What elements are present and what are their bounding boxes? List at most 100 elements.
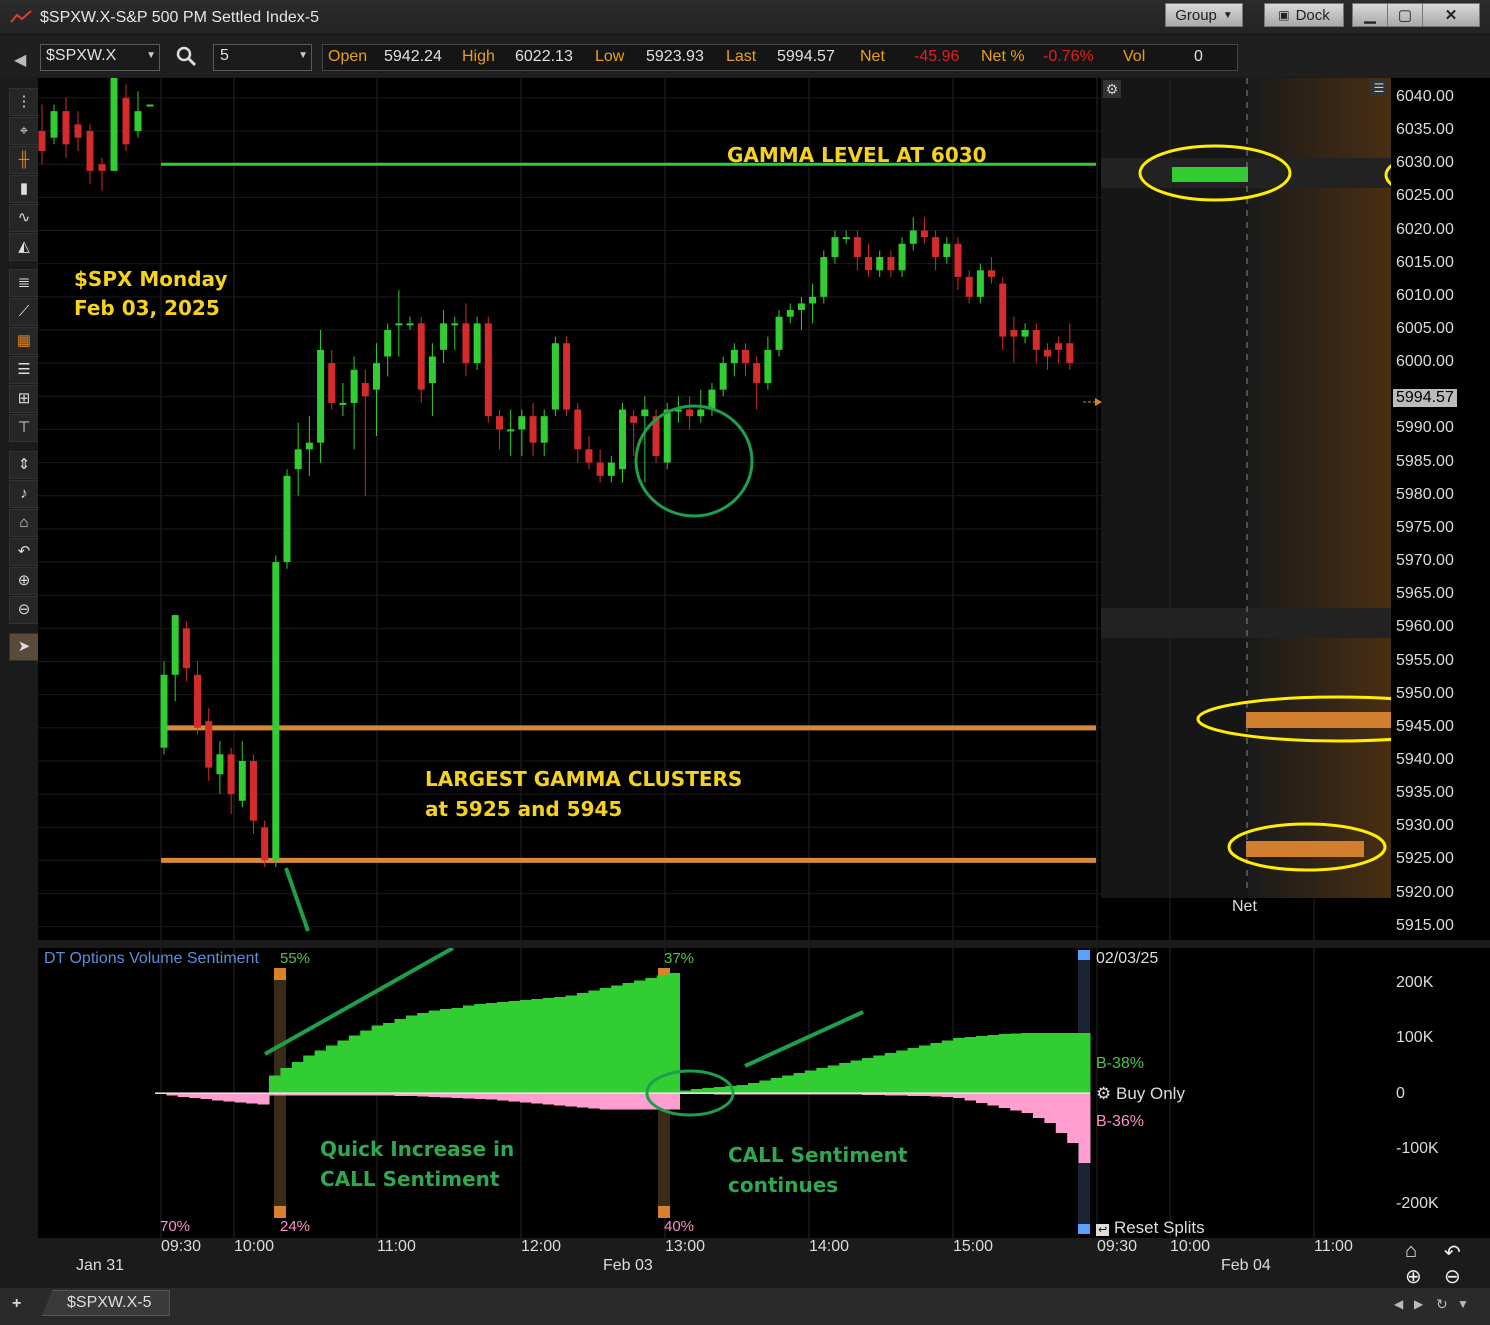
prev-icon[interactable]: ◀ xyxy=(1394,1297,1403,1311)
candle-body xyxy=(865,257,873,271)
buy-only-toggle[interactable]: ⚙ Buy Only xyxy=(1096,1084,1185,1104)
home-icon[interactable]: ⌂ xyxy=(1405,1240,1417,1263)
call-bar xyxy=(782,1075,795,1093)
zoom-out-icon[interactable]: ⊖ xyxy=(1444,1264,1461,1289)
call-bar xyxy=(622,983,635,1093)
time-tick: 11:00 xyxy=(377,1238,416,1255)
candle-body xyxy=(630,416,638,423)
candle-body xyxy=(146,104,154,107)
candle-body xyxy=(1043,349,1051,357)
candle-body xyxy=(171,615,179,675)
call-pct: B-38% xyxy=(1096,1055,1145,1072)
sent-tick: 0 xyxy=(1396,1085,1405,1102)
zoom-in-icon[interactable]: ⊕ xyxy=(1405,1264,1422,1289)
table-tool-icon[interactable]: ☰ xyxy=(9,356,39,384)
low-label: Low xyxy=(595,48,625,65)
split-handle[interactable] xyxy=(274,1206,286,1218)
last-price-marker xyxy=(1095,398,1102,406)
price-chart[interactable]: ⚙ ☰ Net GAMMA LEVEL AT 6030 $SPX Monday … xyxy=(38,78,1391,940)
price-tick: 5960.00 xyxy=(1396,618,1454,636)
call-bar xyxy=(873,1055,886,1093)
reset-splits-button[interactable]: ↩ Reset Splits xyxy=(1096,1218,1205,1238)
zoom-out-icon[interactable]: ⊖ xyxy=(9,596,39,624)
close-button[interactable]: ✕ xyxy=(1422,3,1480,27)
split-handle[interactable] xyxy=(274,968,286,980)
annotation-quick-line1: Quick Increase in xyxy=(320,1137,515,1161)
close-icon: ✕ xyxy=(1444,7,1458,24)
pct-24: 24% xyxy=(280,1218,311,1235)
time-tick: 15:00 xyxy=(953,1238,994,1255)
split-handle[interactable] xyxy=(1078,1224,1090,1234)
call-bar xyxy=(554,997,566,1093)
minimize-button[interactable]: ▁ xyxy=(1352,3,1388,27)
candle-body xyxy=(518,416,526,430)
dock-button[interactable]: ▣ Dock xyxy=(1264,3,1344,27)
gear-icon[interactable]: ⚙ xyxy=(1103,80,1121,98)
call-bar xyxy=(588,990,601,1093)
symbol-input[interactable]: $SPXW.X ▼ xyxy=(40,44,160,71)
maximize-button[interactable]: ▢ xyxy=(1387,3,1423,27)
split-handle[interactable] xyxy=(1078,950,1090,960)
area-chart-icon[interactable]: ◭ xyxy=(9,233,39,261)
chevron-down-icon[interactable]: ▼ xyxy=(146,50,156,61)
refresh-icon[interactable]: ↻ xyxy=(1436,1296,1448,1313)
bar-tool-icon[interactable]: ▮ xyxy=(9,175,39,203)
line-chart-icon[interactable]: ∿ xyxy=(9,204,39,232)
undo-icon[interactable]: ↶ xyxy=(9,538,39,566)
call-bar xyxy=(793,1073,806,1093)
menu-icon[interactable]: ☰ xyxy=(1370,80,1388,96)
candle-body xyxy=(529,416,537,443)
group-button[interactable]: Group ▼ xyxy=(1165,3,1243,27)
hline-tool-icon[interactable]: ⊤ xyxy=(9,414,39,442)
cursor-tool-icon[interactable]: ⋮ xyxy=(9,88,39,116)
vol-label: Vol xyxy=(1123,48,1146,65)
add-tab-icon[interactable]: + xyxy=(12,1295,21,1313)
undo-icon[interactable]: ↶ xyxy=(1444,1240,1461,1265)
split-handle[interactable] xyxy=(658,1206,670,1218)
zoom-in-icon[interactable]: ⊕ xyxy=(9,567,39,595)
high-value: 6022.13 xyxy=(515,48,573,65)
price-tick: 5955.00 xyxy=(1396,651,1454,669)
call-bar xyxy=(884,1053,897,1093)
note-tool-icon[interactable]: ♪ xyxy=(9,480,39,508)
candle-body xyxy=(831,237,839,258)
pct-37: 37% xyxy=(664,950,695,967)
search-icon[interactable] xyxy=(176,46,198,68)
collapse-left-icon[interactable]: ◀ xyxy=(14,50,26,70)
profile-gradient-lower xyxy=(1248,638,1391,898)
time-tick: 13:00 xyxy=(665,1238,706,1255)
tab-spxw[interactable]: $SPXW.X-5 xyxy=(42,1290,170,1316)
candle-body xyxy=(98,164,106,171)
sent-tick: 200K xyxy=(1396,974,1434,991)
price-tick: 6035.00 xyxy=(1396,121,1454,139)
call-bar xyxy=(953,1038,966,1093)
candle-body xyxy=(395,323,403,326)
call-bar xyxy=(1055,1033,1068,1093)
grid-tool-icon[interactable]: ▦ xyxy=(9,327,39,355)
call-bar xyxy=(964,1037,977,1093)
pointer-tool-icon[interactable]: ➤ xyxy=(9,633,39,661)
interval-select[interactable]: 5 ▼ xyxy=(213,44,312,71)
netpct-label: Net % xyxy=(981,48,1025,65)
call-bar xyxy=(371,1025,384,1093)
chevron-down-icon[interactable]: ▼ xyxy=(298,50,308,61)
annotation-cont-line1: CALL Sentiment xyxy=(728,1143,908,1167)
sentiment-panel[interactable]: DT Options Volume Sentiment 55% 37% 70% … xyxy=(38,948,1391,1238)
price-tick: 6020.00 xyxy=(1396,220,1454,238)
trendline-tool-icon[interactable]: ⟋ xyxy=(9,298,39,326)
dock-label: Dock xyxy=(1295,6,1330,24)
call-bar xyxy=(896,1050,909,1093)
shift-tool-icon[interactable]: ⇕ xyxy=(9,451,39,479)
candle-body xyxy=(160,674,168,748)
fib-tool-icon[interactable]: ≣ xyxy=(9,269,39,297)
put-bar xyxy=(200,1093,213,1099)
layout-tool-icon[interactable]: ⊞ xyxy=(9,385,39,413)
call-bar xyxy=(702,1088,715,1093)
next-icon[interactable]: ▶ xyxy=(1414,1297,1423,1311)
candle-tool-icon[interactable]: ╫ xyxy=(9,146,39,174)
crosshair-tool-icon[interactable]: ⌖ xyxy=(9,117,39,145)
home-icon[interactable]: ⌂ xyxy=(9,509,39,537)
price-tick: 5985.00 xyxy=(1396,452,1454,470)
candle-body xyxy=(663,409,671,463)
chevron-down-icon[interactable]: ▼ xyxy=(1457,1297,1469,1311)
